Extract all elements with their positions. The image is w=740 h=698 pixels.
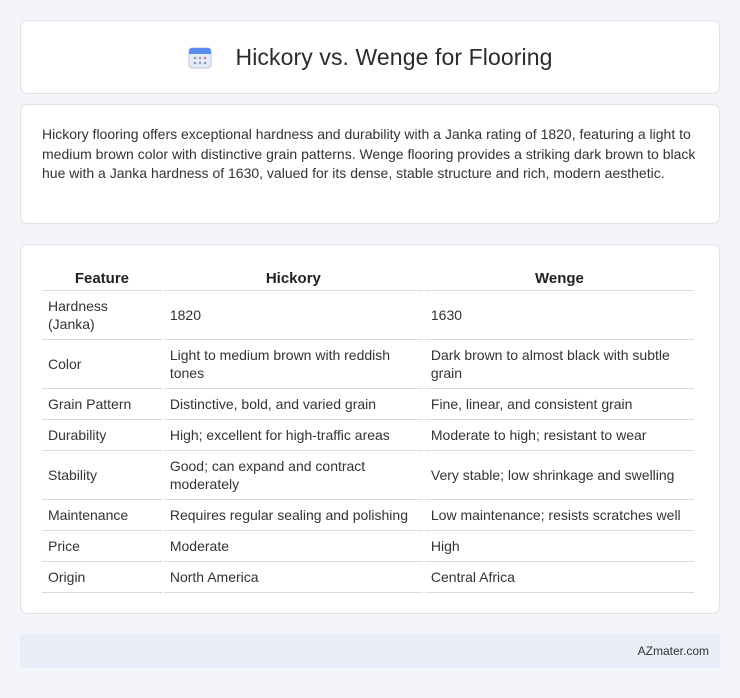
table-row: Maintenance Requires regular sealing and… (42, 500, 694, 531)
feature-cell: Maintenance (42, 500, 162, 531)
table-row: Grain Pattern Distinctive, bold, and var… (42, 389, 694, 420)
hickory-cell: Good; can expand and contract moderately (163, 451, 423, 500)
wenge-cell: Moderate to high; resistant to wear (424, 420, 694, 451)
feature-cell: Origin (42, 562, 162, 593)
intro-card: Hickory flooring offers exceptional hard… (20, 104, 720, 224)
table-row: Color Light to medium brown with reddish… (42, 340, 694, 389)
wenge-cell: 1630 (424, 291, 694, 340)
feature-cell: Color (42, 340, 162, 389)
header-hickory: Hickory (163, 265, 423, 291)
table-header-row: Feature Hickory Wenge (42, 265, 694, 291)
table-row: Stability Good; can expand and contract … (42, 451, 694, 500)
wenge-cell: Central Africa (424, 562, 694, 593)
wenge-cell: Dark brown to almost black with subtle g… (424, 340, 694, 389)
comparison-table: Feature Hickory Wenge Hardness (Janka) 1… (40, 265, 696, 593)
wenge-cell: Very stable; low shrinkage and swelling (424, 451, 694, 500)
hickory-cell: High; excellent for high-traffic areas (163, 420, 423, 451)
hickory-cell: Distinctive, bold, and varied grain (163, 389, 423, 420)
calendar-icon (188, 47, 212, 69)
feature-cell: Hardness (Janka) (42, 291, 162, 340)
feature-cell: Price (42, 531, 162, 562)
table-row: Hardness (Janka) 1820 1630 (42, 291, 694, 340)
hickory-cell: North America (163, 562, 423, 593)
feature-cell: Grain Pattern (42, 389, 162, 420)
hickory-cell: Light to medium brown with reddish tones (163, 340, 423, 389)
hickory-cell: Requires regular sealing and polishing (163, 500, 423, 531)
feature-cell: Durability (42, 420, 162, 451)
wenge-cell: Fine, linear, and consistent grain (424, 389, 694, 420)
hickory-cell: Moderate (163, 531, 423, 562)
hickory-cell: 1820 (163, 291, 423, 340)
page-title: Hickory vs. Wenge for Flooring (235, 43, 553, 70)
title-card: Hickory vs. Wenge for Flooring (20, 20, 720, 94)
table-row: Origin North America Central Africa (42, 562, 694, 593)
footer-source: AZmater.com (637, 644, 709, 658)
comparison-card: Feature Hickory Wenge Hardness (Janka) 1… (20, 244, 720, 614)
wenge-cell: Low maintenance; resists scratches well (424, 500, 694, 531)
header-feature: Feature (42, 265, 162, 291)
table-row: Price Moderate High (42, 531, 694, 562)
table-row: Durability High; excellent for high-traf… (42, 420, 694, 451)
header-wenge: Wenge (424, 265, 694, 291)
wenge-cell: High (424, 531, 694, 562)
feature-cell: Stability (42, 451, 162, 500)
footer-bar: AZmater.com (20, 634, 720, 668)
title-wrap: Hickory vs. Wenge for Flooring (187, 44, 552, 71)
intro-paragraph: Hickory flooring offers exceptional hard… (42, 126, 696, 181)
